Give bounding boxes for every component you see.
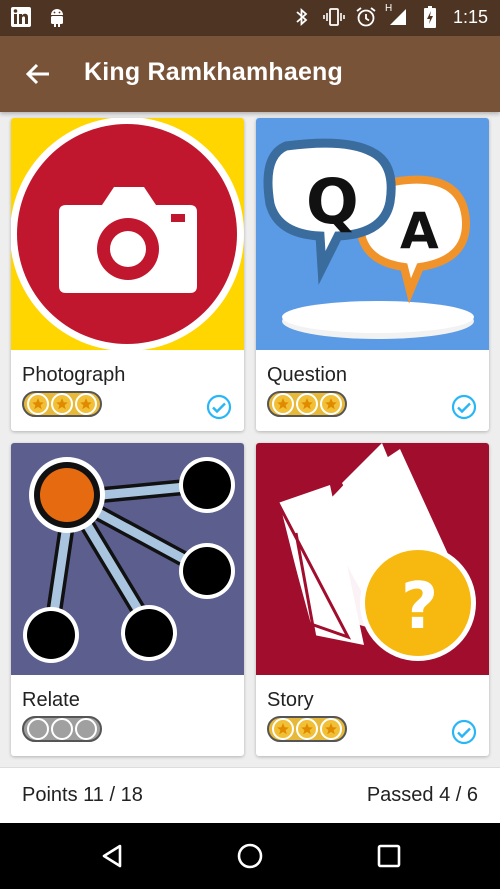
story-book-icon: ? — [256, 443, 489, 675]
star-icon — [296, 718, 318, 740]
home-circle-icon[interactable] — [236, 842, 264, 870]
star-rating — [267, 716, 347, 742]
system-nav-bar — [0, 823, 500, 889]
star-rating — [267, 391, 347, 417]
empty-star-icon — [51, 718, 73, 740]
star-icon — [320, 393, 342, 415]
android-icon — [46, 6, 68, 28]
empty-star-icon — [27, 718, 49, 740]
check-circle-icon — [206, 394, 232, 420]
activity-label: Photograph — [22, 364, 126, 386]
battery-charging-icon — [419, 6, 441, 28]
activity-label: Question — [267, 364, 348, 386]
star-icon — [75, 393, 97, 415]
signal-icon: H — [385, 3, 409, 28]
activity-label: Story — [267, 689, 314, 711]
linkedin-icon — [10, 6, 32, 28]
star-icon — [51, 393, 73, 415]
alarm-icon — [355, 6, 377, 28]
svg-text:?: ? — [401, 570, 438, 644]
star-icon — [296, 393, 318, 415]
camera-icon — [11, 118, 244, 350]
empty-star-icon — [75, 718, 97, 740]
recents-square-icon[interactable] — [375, 842, 403, 870]
points-total: Points 11 / 18 — [22, 784, 143, 806]
star-rating — [22, 391, 102, 417]
star-icon — [272, 393, 294, 415]
star-icon — [320, 718, 342, 740]
status-bar: H 1:15 — [0, 0, 500, 36]
activity-label: Relate — [22, 689, 80, 711]
svg-text:Q: Q — [306, 165, 359, 238]
qa-bubbles-icon: Q A — [256, 118, 489, 350]
app-bar: King Ramkhamhaeng — [0, 36, 500, 112]
activity-card-photograph[interactable]: Photograph — [11, 118, 244, 431]
vibrate-icon — [323, 6, 345, 28]
passed-total: Passed 4 / 6 — [366, 784, 478, 806]
star-icon — [272, 718, 294, 740]
page-title: King Ramkhamhaeng — [84, 58, 344, 86]
check-circle-icon — [451, 394, 477, 420]
activity-card-question[interactable]: Q A Question — [256, 118, 489, 431]
check-circle-icon — [451, 719, 477, 745]
svg-text:A: A — [400, 202, 439, 260]
activity-card-relate[interactable]: Relate — [11, 443, 244, 756]
star-rating — [22, 716, 102, 742]
back-triangle-icon[interactable] — [98, 842, 126, 870]
bluetooth-icon — [291, 6, 313, 28]
star-icon — [27, 393, 49, 415]
arrow-back-icon[interactable] — [22, 58, 54, 90]
clock-time: 1:15 — [452, 6, 488, 27]
activity-card-story[interactable]: ? Story — [256, 443, 489, 756]
score-summary-bar: Points 11 / 18 Passed 4 / 6 — [0, 767, 500, 823]
relate-network-icon — [11, 443, 244, 675]
